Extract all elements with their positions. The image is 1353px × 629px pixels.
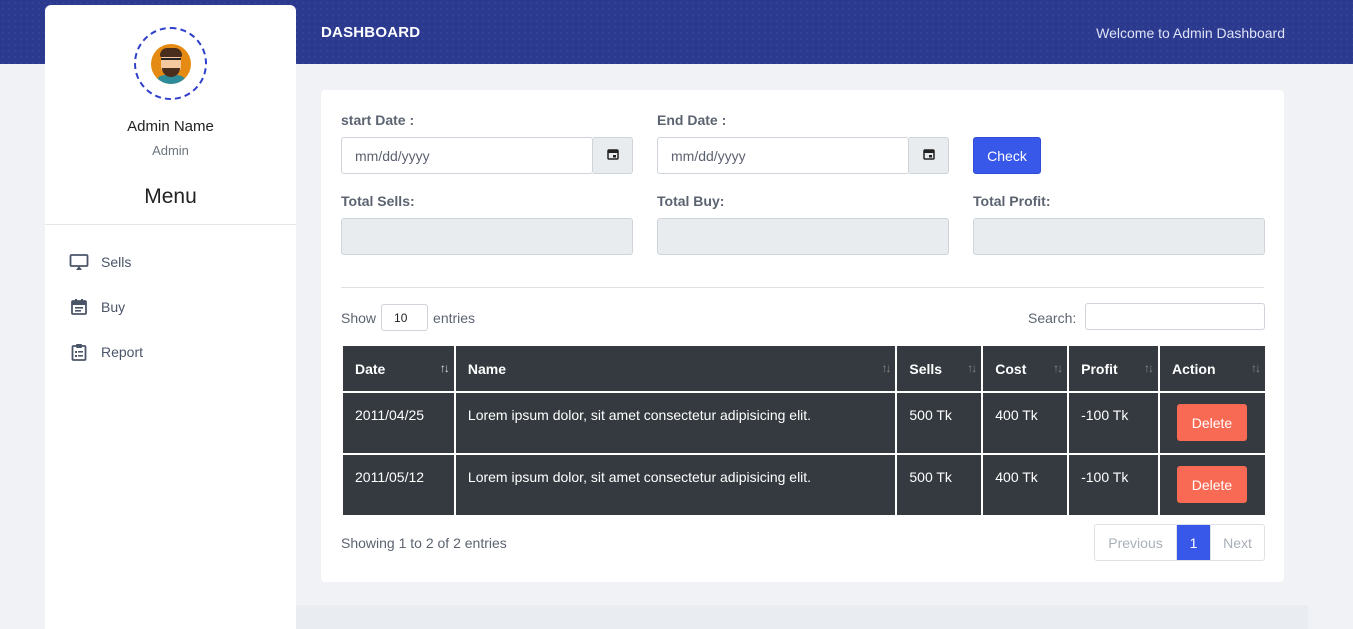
total-buy-field <box>657 218 949 255</box>
calendar-icon <box>922 147 935 165</box>
table-info: Showing 1 to 2 of 2 entries <box>341 535 507 551</box>
cell-date: 2011/05/12 <box>341 453 456 517</box>
sort-icon: ↑↓ <box>1143 361 1154 375</box>
col-header-profit[interactable]: Profit ↑↓ <box>1067 344 1160 393</box>
cell-name: Lorem ipsum dolor, sit amet consectetur … <box>453 391 898 455</box>
cell-cost: 400 Tk <box>981 391 1070 455</box>
col-header-date[interactable]: Date ↑↓ <box>341 344 456 393</box>
show-label: Show <box>341 309 377 326</box>
pagination: Previous 1 Next <box>1094 524 1265 561</box>
cell-sells: 500 Tk <box>895 391 984 455</box>
calendar-icon <box>69 297 89 317</box>
start-date-picker-button[interactable] <box>593 137 633 174</box>
search-input[interactable] <box>1085 303 1265 330</box>
calendar-icon <box>606 147 619 165</box>
cell-profit: -100 Tk <box>1067 453 1160 517</box>
menu-divider <box>45 224 296 225</box>
profile-name: Admin Name <box>127 118 214 135</box>
col-header-action[interactable]: Action ↑↓ <box>1157 344 1268 393</box>
cell-cost: 400 Tk <box>981 453 1070 517</box>
main-bottom-strip <box>296 605 1308 629</box>
header-title: DASHBOARD <box>321 24 421 41</box>
total-profit-field <box>973 218 1265 255</box>
data-table: Date ↑↓ Name ↑↓ Sells ↑↓ Cost ↑↓ Profit ↑↓ Ac… <box>341 344 1268 517</box>
profile-role: Admin <box>152 143 189 158</box>
avatar <box>134 27 207 100</box>
end-date-picker-button[interactable] <box>909 137 949 174</box>
cell-action: Delete <box>1157 391 1268 455</box>
cell-date: 2011/04/25 <box>341 391 456 455</box>
entries-label: entries <box>433 309 476 326</box>
delete-button[interactable]: Delete <box>1176 466 1247 503</box>
sidebar-item-buy[interactable]: Buy <box>69 295 125 319</box>
cell-sells: 500 Tk <box>895 453 984 517</box>
show-entries-control: Show 10 entries <box>341 304 475 331</box>
card-divider <box>341 287 1264 288</box>
sidebar-item-label: Report <box>101 344 144 360</box>
total-buy-label: Total Buy: <box>657 193 725 209</box>
sort-icon: ↑↓ <box>1053 361 1063 375</box>
start-date-input[interactable]: mm/dd/yyyy <box>341 137 593 174</box>
next-page-button[interactable]: Next <box>1210 525 1264 560</box>
avatar-image <box>150 43 191 84</box>
monitor-icon <box>69 252 89 272</box>
entries-select[interactable]: 10 <box>381 304 429 331</box>
cell-profit: -100 Tk <box>1067 391 1160 455</box>
clipboard-icon <box>69 342 89 362</box>
end-date-label: End Date : <box>657 112 727 128</box>
total-profit-label: Total Profit: <box>973 193 1051 209</box>
menu-title: Menu <box>144 185 197 208</box>
sidebar-item-sells[interactable]: Sells <box>69 250 131 274</box>
sort-icon: ↑↓ <box>1251 361 1261 375</box>
cell-name: Lorem ipsum dolor, sit amet consectetur … <box>453 453 898 517</box>
sort-icon: ↑↓ <box>881 361 891 375</box>
col-header-name[interactable]: Name ↑↓ <box>453 344 898 393</box>
report-card: start Date : mm/dd/yyyy End Date : mm/dd… <box>321 90 1284 582</box>
start-date-label: start Date : <box>341 112 415 128</box>
sidebar-item-report[interactable]: Report <box>69 340 143 364</box>
table-row: 2011/05/12 Lorem ipsum dolor, sit amet c… <box>341 453 1268 517</box>
table-header-row: Date ↑↓ Name ↑↓ Sells ↑↓ Cost ↑↓ Profit ↑↓ Ac… <box>341 344 1268 393</box>
col-header-sells[interactable]: Sells ↑↓ <box>895 344 984 393</box>
sort-icon: ↑↓ <box>439 361 450 375</box>
cell-action: Delete <box>1157 453 1268 517</box>
col-header-cost[interactable]: Cost ↑↓ <box>981 344 1070 393</box>
total-sells-label: Total Sells: <box>341 193 415 209</box>
previous-page-button[interactable]: Previous <box>1095 525 1177 560</box>
table-row: 2011/04/25 Lorem ipsum dolor, sit amet c… <box>341 391 1268 455</box>
end-date-input[interactable]: mm/dd/yyyy <box>657 137 909 174</box>
start-date-placeholder: mm/dd/yyyy <box>355 147 430 164</box>
total-sells-field <box>341 218 633 255</box>
delete-button[interactable]: Delete <box>1176 404 1247 441</box>
sidebar-item-label: Sells <box>101 254 132 270</box>
sort-icon: ↑↓ <box>967 361 977 375</box>
header-welcome-text: Welcome to Admin Dashboard <box>1096 25 1285 41</box>
sidebar: Admin Name Admin Menu Sells Buy Report <box>45 5 296 629</box>
end-date-placeholder: mm/dd/yyyy <box>671 147 746 164</box>
sidebar-item-label: Buy <box>101 299 126 315</box>
search-label: Search: <box>1028 310 1077 326</box>
check-button[interactable]: Check <box>973 137 1041 174</box>
page-1-button[interactable]: 1 <box>1177 525 1210 560</box>
